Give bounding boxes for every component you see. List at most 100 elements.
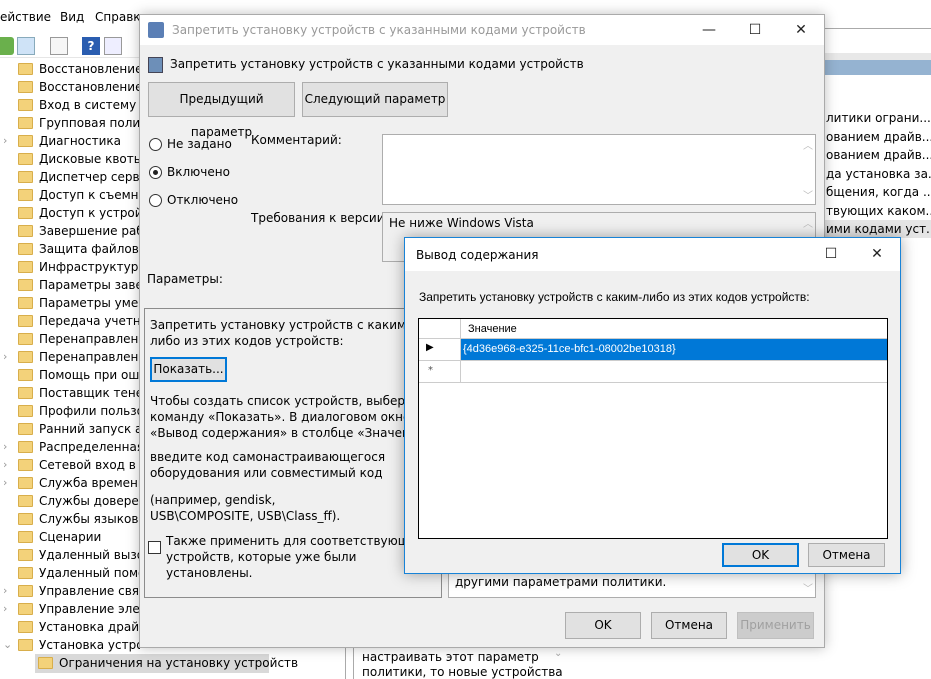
tree-item[interactable]: Перенаправление <box>0 330 140 348</box>
tree-item[interactable]: Восстановление системы <box>0 78 140 96</box>
grid-header: Значение <box>419 319 887 383</box>
export-list-icon[interactable] <box>50 37 68 55</box>
comment-field[interactable]: ︿ ﹀ <box>382 134 816 205</box>
tree-item-label: Удаленный помощник <box>39 566 140 580</box>
tree-item[interactable]: Параметры завершения <box>0 276 140 294</box>
tree-item-selected[interactable]: Ограничения на установку устройств <box>35 654 298 673</box>
folder-icon <box>18 315 33 327</box>
tree-item[interactable]: Доступ к съемным <box>0 186 140 204</box>
tree-item[interactable]: Службы доверенных <box>0 492 140 510</box>
tree-item[interactable]: Завершение работы <box>0 222 140 240</box>
option-text: Запретить установку устройств с каким-ли… <box>150 318 411 348</box>
policy-list-item[interactable]: ими кодами уст... <box>824 220 931 238</box>
tree-item[interactable]: › Перенаправление <box>0 348 140 366</box>
grid-new-row[interactable]: * <box>419 361 887 383</box>
tree-item[interactable]: Групповая политика <box>0 114 140 132</box>
chevron-down-icon[interactable]: ⌄ <box>3 636 12 654</box>
scroll-down-icon[interactable]: ⌄ <box>554 648 562 659</box>
tree-item[interactable]: Ранний запуск антивредоносной <box>0 420 140 438</box>
scroll-down-icon[interactable]: ﹀ <box>803 580 813 595</box>
column-header-value[interactable]: Значение <box>468 319 517 339</box>
tree-item[interactable]: › Сетевой вход в систему <box>0 456 140 474</box>
policy-list-item[interactable]: ованием драйв... <box>824 146 931 164</box>
help-icon[interactable]: ? <box>82 37 100 55</box>
tree-item[interactable]: Вход в систему <box>0 96 140 114</box>
grid-cell-value[interactable]: {4d36e968-e325-11ce-bfc1-08002be10318} <box>463 339 676 359</box>
radio-enabled[interactable] <box>149 166 162 179</box>
ok-button[interactable]: OK <box>722 543 799 567</box>
tree-item[interactable]: › Управление электропитанием <box>0 600 140 618</box>
next-setting-button[interactable]: Следующий параметр <box>302 82 448 117</box>
tree-item-label: Управление связью <box>39 584 140 598</box>
tree-item[interactable]: › Диагностика <box>0 132 140 150</box>
maximize-button[interactable]: ☐ <box>808 238 854 271</box>
chevron-right-icon[interactable]: › <box>3 600 7 618</box>
tree-item-label: Ограничения на установку устройств <box>59 656 299 670</box>
tree-item[interactable]: Профили пользователей <box>0 402 140 420</box>
values-grid[interactable]: Значение ▶ {4d36e968-e325-11ce-bfc1-0800… <box>418 318 888 539</box>
folder-icon <box>18 63 33 75</box>
tree-item[interactable]: Поставщик теневых <box>0 384 140 402</box>
show-hide-tree-icon[interactable] <box>17 37 35 55</box>
tree-item[interactable]: Удаленный помощник <box>0 564 140 582</box>
tree-item[interactable]: Диспетчер серверов <box>0 168 140 186</box>
previous-setting-button[interactable]: Предыдущий параметр <box>148 82 295 139</box>
tree-item[interactable]: Передача учетных <box>0 312 140 330</box>
up-folder-icon[interactable] <box>0 37 14 55</box>
show-button[interactable]: Показать... <box>150 357 227 382</box>
tree-item[interactable]: › Служба времени Windows <box>0 474 140 492</box>
minimize-button[interactable]: — <box>686 15 732 45</box>
tree-item[interactable]: Установка драйверов <box>0 618 140 636</box>
ok-button[interactable]: OK <box>565 612 641 639</box>
scroll-up-icon[interactable]: ︿ <box>803 137 813 152</box>
folder-icon <box>18 567 33 579</box>
show-action-pane-icon[interactable] <box>104 37 122 55</box>
tree-item[interactable]: Доступ к устройствам <box>0 204 140 222</box>
tree-item[interactable]: Удаленный вызов <box>0 546 140 564</box>
contents-label: Запретить установку устройств с каким-ли… <box>419 290 810 304</box>
chevron-right-icon[interactable]: › <box>3 474 7 492</box>
tree-item-label: Доступ к устройствам <box>39 206 140 220</box>
title-bar: Запретить установку устройств с указанны… <box>140 15 824 45</box>
cancel-button[interactable]: Отмена <box>651 612 727 639</box>
policy-list-item[interactable]: да установка за... <box>824 165 931 183</box>
chevron-right-icon[interactable]: › <box>3 582 7 600</box>
maximize-button[interactable]: ☐ <box>732 15 778 45</box>
window-title: Вывод содержания <box>416 248 539 262</box>
tree-item-label: Защита файлов Windows <box>39 242 140 256</box>
folder-icon <box>18 531 33 543</box>
tree-item[interactable]: › Управление связью <box>0 582 140 600</box>
tree-item[interactable]: › Распределенная м <box>0 438 140 456</box>
chevron-right-icon[interactable]: › <box>3 132 7 150</box>
tree-item-label: Завершение работы <box>39 224 140 238</box>
tree-item[interactable]: Дисковые квоты <box>0 150 140 168</box>
also-apply-checkbox[interactable] <box>148 541 161 554</box>
scroll-down-icon[interactable]: ﹀ <box>803 187 813 202</box>
tree-item[interactable]: Помощь при ошибках <box>0 366 140 384</box>
scroll-up-icon[interactable]: ︿ <box>803 215 813 230</box>
tree-item[interactable]: Службы языковых <box>0 510 140 528</box>
tree-item[interactable]: Инфраструктура к <box>0 258 140 276</box>
close-button[interactable]: ✕ <box>854 238 900 271</box>
tree-item[interactable]: Защита файлов Windows <box>0 240 140 258</box>
policy-list-item[interactable]: бщения, когда ... <box>824 183 931 201</box>
show-contents-dialog: Вывод содержания ☐ ✕ Запретить установку… <box>404 237 901 574</box>
chevron-right-icon[interactable]: › <box>3 438 7 456</box>
menu-action[interactable]: ействие <box>0 10 51 24</box>
tree-item[interactable]: ⌄ Установка устройств <box>0 636 140 654</box>
policy-list-item[interactable]: твующих каком... <box>824 202 931 220</box>
tree-item[interactable]: Восстановление <box>0 60 140 78</box>
radio-disabled[interactable] <box>149 194 162 207</box>
cancel-button[interactable]: Отмена <box>808 543 885 567</box>
radio-not-configured[interactable] <box>149 138 162 151</box>
chevron-right-icon[interactable]: › <box>3 456 7 474</box>
tree-item[interactable]: Параметры уменьшения <box>0 294 140 312</box>
chevron-right-icon[interactable]: › <box>3 348 7 366</box>
menu-view[interactable]: Вид <box>60 10 84 24</box>
tree-item[interactable]: Сценарии <box>0 528 140 546</box>
policy-list-item[interactable]: литики ограни... <box>824 109 931 127</box>
policy-list-item[interactable]: ованием драйв... <box>824 128 931 146</box>
close-button[interactable]: ✕ <box>778 15 824 45</box>
grid-row[interactable]: ▶ {4d36e968-e325-11ce-bfc1-08002be10318} <box>419 339 887 361</box>
folder-icon <box>18 297 33 309</box>
